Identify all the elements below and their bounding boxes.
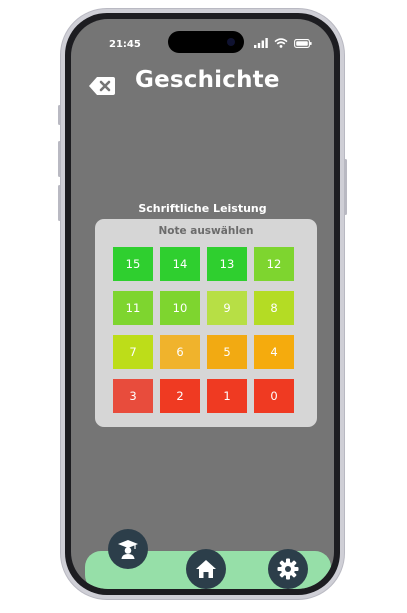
grade-button-13[interactable]: 13 <box>207 247 247 281</box>
wifi-icon <box>274 38 288 48</box>
settings-nav-button[interactable] <box>268 549 308 589</box>
grade-grid: 15 14 13 12 11 10 9 8 7 6 5 4 3 2 1 0 <box>113 247 294 413</box>
grade-button-7[interactable]: 7 <box>113 335 153 369</box>
page-title: Geschichte <box>135 67 280 93</box>
grade-button-14[interactable]: 14 <box>160 247 200 281</box>
grade-button-2[interactable]: 2 <box>160 379 200 413</box>
grade-button-11[interactable]: 11 <box>113 291 153 325</box>
battery-icon <box>294 38 312 48</box>
grade-button-8[interactable]: 8 <box>254 291 294 325</box>
app-screen: 21:45 Geschichte Schriftliche Leistung N… <box>71 19 334 589</box>
gear-icon <box>277 558 299 580</box>
status-icons <box>254 38 312 48</box>
home-nav-button[interactable] <box>186 549 226 589</box>
status-time: 21:45 <box>109 39 141 50</box>
grade-picker-title: Note auswählen <box>158 225 254 237</box>
grade-button-9[interactable]: 9 <box>207 291 247 325</box>
phone-bezel: 21:45 Geschichte Schriftliche Leistung N… <box>65 13 340 595</box>
home-icon <box>196 560 216 578</box>
phone-frame: 21:45 Geschichte Schriftliche Leistung N… <box>58 9 347 599</box>
grade-picker-panel: Note auswählen 15 14 13 12 11 10 9 8 7 6 5 4 3 2 1 0 <box>95 219 317 427</box>
signal-icon <box>254 38 268 48</box>
grade-button-6[interactable]: 6 <box>160 335 200 369</box>
section-label: Schriftliche Leistung <box>138 202 267 215</box>
grade-button-4[interactable]: 4 <box>254 335 294 369</box>
back-button[interactable] <box>87 75 117 97</box>
grade-button-0[interactable]: 0 <box>254 379 294 413</box>
backspace-icon <box>89 77 115 95</box>
volume-down-button <box>58 185 61 221</box>
mute-switch <box>58 105 61 125</box>
graduation-cap-icon <box>118 540 138 559</box>
grade-button-10[interactable]: 10 <box>160 291 200 325</box>
grade-button-12[interactable]: 12 <box>254 247 294 281</box>
power-button <box>344 159 347 215</box>
grade-button-15[interactable]: 15 <box>113 247 153 281</box>
dynamic-island <box>168 31 244 53</box>
profile-nav-button[interactable] <box>108 529 148 569</box>
grade-button-1[interactable]: 1 <box>207 379 247 413</box>
grade-button-3[interactable]: 3 <box>113 379 153 413</box>
volume-up-button <box>58 141 61 177</box>
grade-button-5[interactable]: 5 <box>207 335 247 369</box>
